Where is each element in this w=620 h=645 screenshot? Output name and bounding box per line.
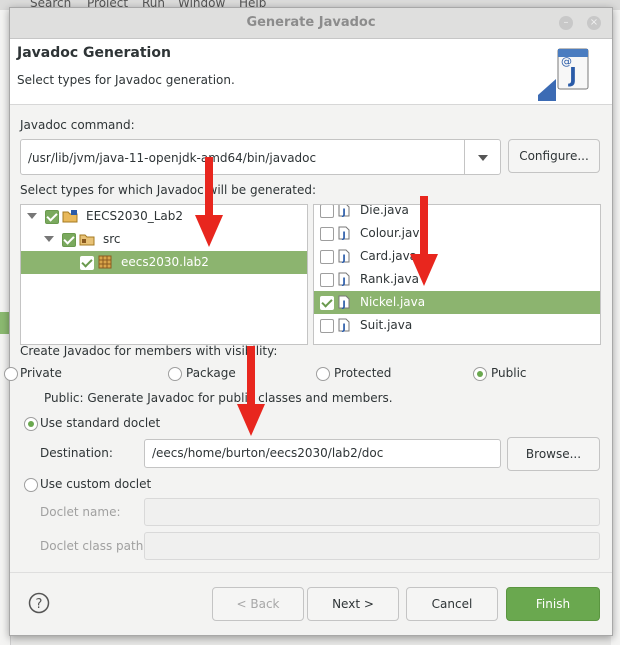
doclet-class-path-input[interactable] xyxy=(144,532,600,560)
list-item[interactable]: J Colour.java xyxy=(314,222,600,245)
destination-value: /eecs/home/burton/eecs2030/lab2/doc xyxy=(152,446,384,460)
radio-standard-doclet[interactable] xyxy=(24,417,38,431)
svg-text:J: J xyxy=(341,208,345,217)
java-file-icon: J xyxy=(338,272,350,286)
radio-public[interactable] xyxy=(473,367,487,381)
tree-checkbox-project[interactable] xyxy=(45,210,59,224)
radio-protected[interactable] xyxy=(316,367,330,381)
list-item[interactable]: J Card.java xyxy=(314,245,600,268)
source-folder-icon xyxy=(79,234,95,246)
configure-button[interactable]: Configure... xyxy=(508,139,600,173)
list-item[interactable]: J Suit.java xyxy=(314,314,600,337)
annotation-arrow-icon xyxy=(237,346,265,436)
type-list[interactable]: J Die.java J Colour.java J Card.java J R… xyxy=(313,204,601,345)
dialog-title: Generate Javadoc xyxy=(246,15,376,30)
file-checkbox[interactable] xyxy=(320,319,334,333)
custom-doclet-label: Use custom doclet xyxy=(40,477,152,491)
file-label: Nickel.java xyxy=(360,295,426,309)
tree-item-project[interactable]: EECS2030_Lab2 xyxy=(21,205,307,228)
visibility-description: Public: Generate Javadoc for public clas… xyxy=(44,391,393,405)
radio-label-package: Package xyxy=(186,366,236,380)
visibility-radio-group: Private Package Protected Public xyxy=(4,366,612,384)
destination-input[interactable]: /eecs/home/burton/eecs2030/lab2/doc xyxy=(144,439,501,468)
tree-label-src: src xyxy=(103,232,121,246)
expand-chevron-icon[interactable] xyxy=(44,236,54,244)
radio-label-public: Public xyxy=(491,366,527,380)
svg-text:?: ? xyxy=(36,597,43,612)
help-icon[interactable]: ? xyxy=(28,592,50,614)
javadoc-wizard-icon: J @ xyxy=(538,48,589,101)
list-item-selected[interactable]: J Nickel.java xyxy=(314,291,600,314)
header-description: Select types for Javadoc generation. xyxy=(17,73,235,87)
java-file-icon: J xyxy=(338,318,350,332)
finish-button[interactable]: Finish xyxy=(506,587,600,621)
list-item[interactable]: J Rank.java xyxy=(314,268,600,291)
annotation-arrow-icon xyxy=(410,196,438,286)
javadoc-command-dropdown[interactable] xyxy=(464,139,501,175)
doclet-name-input[interactable] xyxy=(144,498,600,526)
file-checkbox[interactable] xyxy=(320,227,334,241)
file-label: Card.java xyxy=(360,249,418,263)
annotation-arrow-icon xyxy=(195,157,223,247)
svg-text:@: @ xyxy=(561,55,572,68)
tree-checkbox-src[interactable] xyxy=(62,233,76,247)
radio-private[interactable] xyxy=(4,367,18,381)
radio-label-private: Private xyxy=(20,366,62,380)
file-checkbox[interactable] xyxy=(320,296,334,310)
header-title: Javadoc Generation xyxy=(17,45,171,61)
back-button[interactable]: < Back xyxy=(212,587,304,621)
wizard-header: Javadoc Generation Select types for Java… xyxy=(10,39,612,105)
javadoc-command-label: Javadoc command: xyxy=(20,118,135,132)
destination-label: Destination: xyxy=(40,446,113,460)
svg-text:J: J xyxy=(341,300,345,309)
cancel-button[interactable]: Cancel xyxy=(406,587,498,621)
svg-text:J: J xyxy=(341,323,345,332)
file-checkbox[interactable] xyxy=(320,273,334,287)
standard-doclet-label: Use standard doclet xyxy=(40,416,161,430)
tree-item-src[interactable]: src xyxy=(21,228,307,251)
generate-javadoc-dialog: Generate Javadoc – × Javadoc Generation … xyxy=(4,7,613,636)
radio-custom-doclet[interactable] xyxy=(24,478,38,492)
browse-button[interactable]: Browse... xyxy=(507,437,600,471)
file-label: Die.java xyxy=(360,204,409,217)
dialog-titlebar: Generate Javadoc – × xyxy=(10,8,612,39)
package-icon xyxy=(98,255,112,269)
file-label: Suit.java xyxy=(360,318,413,332)
close-icon[interactable]: × xyxy=(587,16,601,30)
java-file-icon: J xyxy=(338,295,350,309)
radio-package[interactable] xyxy=(168,367,182,381)
list-item[interactable]: J Die.java xyxy=(314,204,600,222)
java-file-icon: J xyxy=(338,226,350,240)
svg-text:J: J xyxy=(341,277,345,286)
minimize-icon[interactable]: – xyxy=(559,16,573,30)
javadoc-command-combo[interactable]: /usr/lib/jvm/java-11-openjdk-amd64/bin/j… xyxy=(20,139,474,175)
tree-label-project: EECS2030_Lab2 xyxy=(86,209,183,223)
svg-text:J: J xyxy=(341,231,345,240)
package-tree[interactable]: EECS2030_Lab2 src eecs2030.lab2 xyxy=(20,204,308,345)
tree-label-package: eecs2030.lab2 xyxy=(121,255,209,269)
javadoc-command-value: /usr/lib/jvm/java-11-openjdk-amd64/bin/j… xyxy=(28,151,317,165)
tree-item-package[interactable]: eecs2030.lab2 xyxy=(21,251,307,274)
doclet-name-label: Doclet name: xyxy=(40,505,121,519)
file-checkbox[interactable] xyxy=(320,250,334,264)
next-button[interactable]: Next > xyxy=(307,587,399,621)
expand-chevron-icon[interactable] xyxy=(27,213,37,221)
java-file-icon: J xyxy=(338,205,350,217)
button-bar-divider xyxy=(10,572,612,573)
chevron-down-icon xyxy=(478,155,488,161)
svg-text:J: J xyxy=(341,254,345,263)
tree-checkbox-package[interactable] xyxy=(80,256,94,270)
file-checkbox[interactable] xyxy=(320,205,334,218)
radio-label-protected: Protected xyxy=(334,366,392,380)
doclet-class-path-label: Doclet class path: xyxy=(40,539,148,553)
project-icon xyxy=(62,210,78,223)
java-file-icon: J xyxy=(338,249,350,263)
select-types-label: Select types for which Javadoc will be g… xyxy=(20,183,316,197)
